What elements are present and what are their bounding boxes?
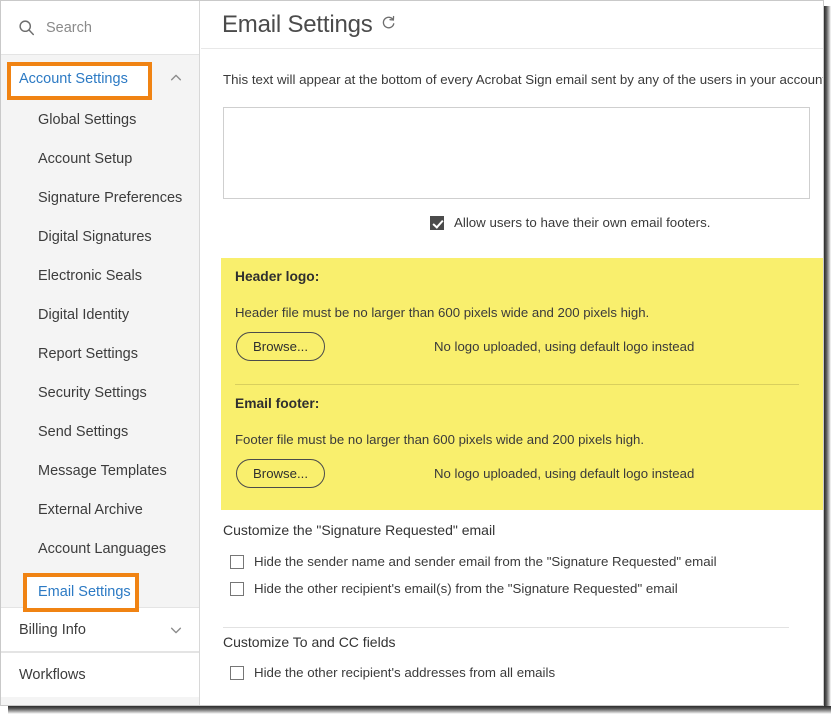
page-title: Email Settings [222, 10, 373, 38]
sidebar-item-label: External Archive [38, 501, 143, 518]
sidebar-item-label: Global Settings [38, 111, 137, 128]
header-logo-status: No logo uploaded, using default logo ins… [434, 339, 695, 354]
sidebar-item-label: Report Settings [38, 345, 138, 362]
email-footer-title: Email footer: [235, 396, 320, 411]
annotation-label-email-settings: Email Settings [38, 584, 131, 600]
chevron-up-icon[interactable] [169, 71, 183, 85]
sidebar-group-billing-info-label: Billing Info [19, 621, 86, 638]
email-footer-status: No logo uploaded, using default logo ins… [434, 466, 695, 481]
sidebar-item-digital-signatures[interactable]: Digital Signatures [1, 217, 199, 256]
chevron-down-icon[interactable] [169, 623, 183, 637]
sidebar-item-label: Message Templates [38, 462, 167, 479]
sidebar-item-electronic-seals[interactable]: Electronic Seals [1, 256, 199, 295]
sidebar-item-account-setup[interactable]: Account Setup [1, 139, 199, 178]
highlighted-logo-section: Header logo: Header file must be no larg… [221, 258, 823, 510]
header-logo-description: Header file must be no larger than 600 p… [235, 305, 650, 320]
main-content: Email Settings This text will appear at … [201, 1, 824, 705]
search-bar[interactable] [1, 1, 199, 55]
hide-sender-name-row[interactable]: Hide the sender name and sender email fr… [230, 554, 717, 569]
sidebar-item-label: Electronic Seals [38, 267, 142, 284]
window-shadow-right [824, 6, 831, 714]
window-shadow-bottom [6, 706, 831, 714]
sidebar-group-billing-info[interactable]: Billing Info [1, 607, 199, 652]
hide-recipient-emails-checkbox[interactable] [230, 581, 244, 596]
sidebar-item-send-settings[interactable]: Send Settings [1, 412, 199, 451]
sidebar-item-global-settings[interactable]: Global Settings [1, 100, 199, 139]
hide-recipient-addresses-checkbox[interactable] [230, 665, 244, 680]
sidebar-item-external-archive[interactable]: External Archive [1, 490, 199, 529]
logo-section-divider [235, 384, 799, 385]
sidebar-subitems: Global Settings Account Setup Signature … [1, 100, 199, 607]
allow-own-footers-row[interactable]: Allow users to have their own email foot… [430, 215, 710, 230]
search-input[interactable] [46, 19, 176, 36]
allow-own-footers-checkbox[interactable] [430, 215, 444, 230]
sidebar-item-security-settings[interactable]: Security Settings [1, 373, 199, 412]
window-frame: Account Settings Global Settings Account… [0, 0, 824, 706]
sidebar-item-workflows[interactable]: Workflows [1, 652, 199, 697]
sidebar-item-workflows-label: Workflows [19, 667, 86, 683]
search-icon [18, 19, 35, 36]
window-shadow-corner [0, 706, 8, 714]
hide-recipient-emails-label: Hide the other recipient's email(s) from… [254, 581, 678, 596]
hide-sender-name-label: Hide the sender name and sender email fr… [254, 554, 717, 569]
intro-text: This text will appear at the bottom of e… [223, 72, 824, 87]
sidebar-item-label: Signature Preferences [38, 189, 183, 206]
sidebar-item-report-settings[interactable]: Report Settings [1, 334, 199, 373]
header-logo-title: Header logo: [235, 269, 320, 284]
hide-recipient-addresses-row[interactable]: Hide the other recipient's addresses fro… [230, 665, 555, 680]
email-footer-textarea[interactable] [223, 107, 810, 199]
sidebar-item-label: Send Settings [38, 423, 129, 440]
header-logo-browse-button[interactable]: Browse... [236, 332, 325, 361]
sidebar-item-label: Digital Identity [38, 306, 130, 323]
signature-requested-section-title: Customize the "Signature Requested" emai… [223, 522, 496, 538]
app-root: Account Settings Global Settings Account… [0, 0, 831, 714]
hide-recipient-addresses-label: Hide the other recipient's addresses fro… [254, 665, 556, 680]
email-footer-description: Footer file must be no larger than 600 p… [235, 432, 645, 447]
annotation-label-account-settings: Account Settings [19, 71, 128, 87]
sidebar-item-digital-identity[interactable]: Digital Identity [1, 295, 199, 334]
refresh-icon[interactable] [381, 15, 396, 35]
section-divider [223, 627, 789, 628]
sidebar: Account Settings Global Settings Account… [1, 1, 200, 705]
sidebar-item-label: Digital Signatures [38, 228, 152, 245]
sidebar-item-label: Account Languages [38, 540, 167, 557]
hide-sender-name-checkbox[interactable] [230, 554, 244, 569]
to-cc-fields-section-title: Customize To and CC fields [223, 634, 396, 650]
email-footer-browse-button[interactable]: Browse... [236, 459, 325, 488]
sidebar-item-message-templates[interactable]: Message Templates [1, 451, 199, 490]
sidebar-item-account-languages[interactable]: Account Languages [1, 529, 199, 568]
page-header: Email Settings [201, 1, 823, 49]
sidebar-item-label: Account Setup [38, 150, 133, 167]
hide-recipient-emails-row[interactable]: Hide the other recipient's email(s) from… [230, 581, 678, 596]
sidebar-item-label: Security Settings [38, 384, 147, 401]
sidebar-item-signature-preferences[interactable]: Signature Preferences [1, 178, 199, 217]
allow-own-footers-label: Allow users to have their own email foot… [454, 215, 711, 230]
